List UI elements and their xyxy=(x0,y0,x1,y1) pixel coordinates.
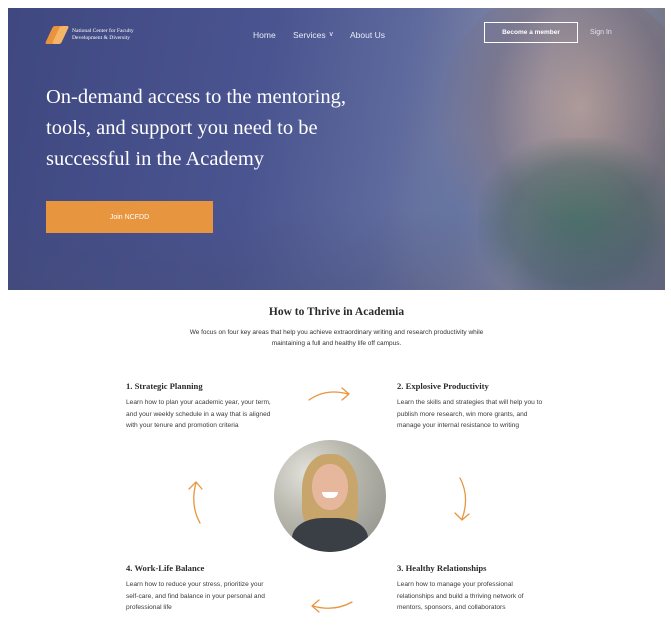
logo-line-2: Development & Diversity xyxy=(72,35,131,41)
arrow-left-icon xyxy=(311,599,353,613)
main-nav: Home xyxy=(253,30,294,40)
chevron-down-icon: ∨ xyxy=(328,31,334,38)
area-text: Learn how to plan your academic year, yo… xyxy=(126,399,271,430)
nav-about-wrap: About Us xyxy=(350,30,403,40)
logo-line-1: National Center for Faculty xyxy=(72,28,134,34)
mentor-photo xyxy=(274,440,386,552)
area-title: 2. Explosive Productivity xyxy=(397,381,489,391)
area-text: Learn the skills and strategies that wil… xyxy=(397,399,543,430)
page: National Center for Faculty Development … xyxy=(8,8,665,626)
section-subtitle: We focus on four key areas that help you… xyxy=(189,329,484,347)
section-title: How to Thrive in Academia xyxy=(268,306,405,318)
join-button[interactable]: Join NCFDD xyxy=(46,201,213,233)
area-text: Learn how to manage your professional re… xyxy=(397,581,524,612)
ncfdd-logo-icon xyxy=(44,25,70,45)
become-member-button[interactable]: Become a member xyxy=(484,22,578,43)
area-work-life-balance: 4. Work-Life Balance Learn how to reduce… xyxy=(126,563,276,614)
area-explosive-productivity: 2. Explosive Productivity Learn the skil… xyxy=(397,381,547,432)
arrow-right-icon xyxy=(308,387,350,401)
sign-in-link[interactable]: Sign In xyxy=(590,29,612,36)
area-title: 4. Work-Life Balance xyxy=(126,563,205,573)
nav-home[interactable]: Home xyxy=(253,30,276,40)
nav-about[interactable]: About Us xyxy=(350,30,385,40)
arrow-down-icon xyxy=(454,477,470,521)
arrow-up-icon xyxy=(188,481,203,524)
nav-services-label: Services xyxy=(293,30,326,40)
area-title: 3. Healthy Relationships xyxy=(397,563,487,573)
area-strategic-planning: 1. Strategic Planning Learn how to plan … xyxy=(126,381,276,432)
area-title: 1. Strategic Planning xyxy=(126,381,203,391)
hero-title: On-demand access to the mentoring, tools… xyxy=(46,86,347,170)
area-healthy-relationships: 3. Healthy Relationships Learn how to ma… xyxy=(397,563,547,614)
nav-services[interactable]: Services ∨ xyxy=(293,30,352,40)
thrive-section: How to Thrive in Academia We focus on fo… xyxy=(8,290,665,626)
area-text: Learn how to reduce your stress, priorit… xyxy=(126,581,265,612)
site-logo[interactable]: National Center for Faculty Development … xyxy=(44,25,134,45)
hero-banner: National Center for Faculty Development … xyxy=(8,8,665,290)
